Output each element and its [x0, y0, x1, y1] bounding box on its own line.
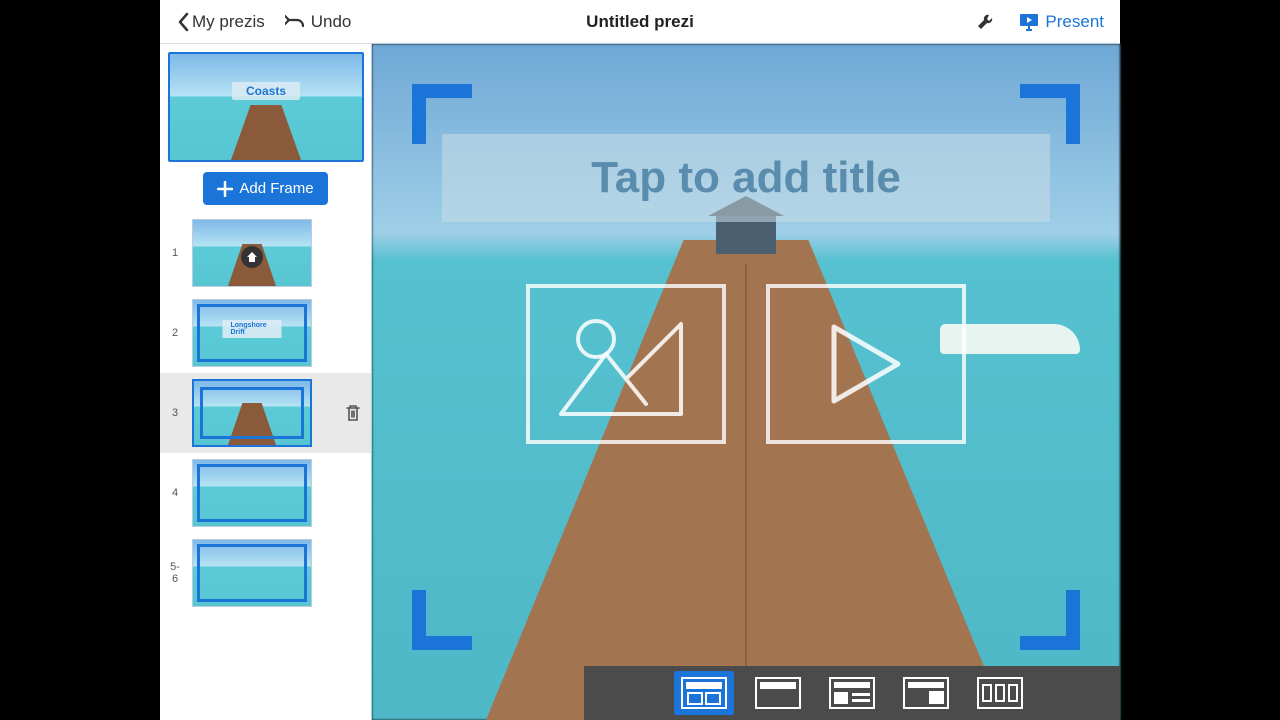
frame-corner-icon[interactable]	[412, 590, 472, 650]
frame-row[interactable]: 5-6	[160, 533, 371, 613]
chevron-left-icon	[176, 12, 190, 32]
layout-icon	[755, 677, 801, 709]
image-icon	[551, 304, 701, 424]
back-label: My prezis	[192, 12, 265, 32]
frame-thumbnail[interactable]	[192, 539, 312, 607]
app-window: My prezis Undo Untitled prezi Present	[160, 0, 1120, 720]
layout-icon	[829, 677, 875, 709]
layout-toolbar	[584, 666, 1120, 720]
trash-icon	[345, 404, 361, 422]
add-frame-button[interactable]: Add Frame	[203, 172, 327, 205]
delete-frame-button[interactable]	[345, 404, 361, 422]
toolbar-left: My prezis Undo	[176, 12, 351, 32]
plus-icon	[217, 181, 233, 197]
frame-number: 3	[168, 407, 182, 419]
content-placeholders	[526, 284, 966, 444]
image-placeholder[interactable]	[526, 284, 726, 444]
undo-button[interactable]: Undo	[285, 12, 352, 32]
frame-row[interactable]: 4	[160, 453, 371, 533]
frame-thumbnail[interactable]	[192, 379, 312, 447]
title-placeholder-text: Tap to add title	[591, 153, 901, 203]
frame-thumbnail[interactable]	[192, 459, 312, 527]
frame-number: 2	[168, 327, 182, 339]
add-frame-label: Add Frame	[239, 180, 313, 197]
back-button[interactable]: My prezis	[176, 12, 265, 32]
settings-wrench-icon[interactable]	[975, 12, 995, 32]
frame-number: 1	[168, 247, 182, 259]
overview-title: Coasts	[232, 82, 300, 100]
frames-sidebar: Coasts Add Frame 1 2	[160, 44, 372, 720]
overview-section: Coasts	[160, 44, 371, 168]
frames-list: 1 2 Longshore Drift	[160, 213, 371, 720]
title-placeholder[interactable]: Tap to add title	[442, 134, 1050, 222]
frame-thumbnail[interactable]: Longshore Drift	[192, 299, 312, 367]
present-label: Present	[1045, 12, 1104, 32]
present-icon	[1019, 13, 1039, 31]
frame-corner-icon[interactable]	[1020, 590, 1080, 650]
layout-icon	[903, 677, 949, 709]
frame-thumbnail[interactable]	[192, 219, 312, 287]
layout-option-3[interactable]	[822, 671, 882, 715]
overview-thumbnail[interactable]: Coasts	[168, 52, 364, 162]
pier-graphic	[231, 105, 301, 160]
frame-number: 5-6	[168, 561, 182, 585]
frame-row[interactable]: 1	[160, 213, 371, 293]
present-button[interactable]: Present	[1019, 12, 1104, 32]
layout-option-4[interactable]	[896, 671, 956, 715]
layout-option-1[interactable]	[674, 671, 734, 715]
undo-arrow-icon	[285, 14, 305, 30]
frame-label: Longshore Drift	[223, 320, 282, 338]
undo-label: Undo	[311, 12, 352, 32]
frame-row[interactable]: 3	[160, 373, 371, 453]
play-icon	[826, 319, 906, 409]
layout-icon	[977, 677, 1023, 709]
home-icon	[241, 246, 263, 268]
frame-number: 4	[168, 487, 182, 499]
layout-option-5[interactable]	[970, 671, 1030, 715]
frame-row[interactable]: 2 Longshore Drift	[160, 293, 371, 373]
editor-body: Coasts Add Frame 1 2	[160, 44, 1120, 720]
toolbar-right: Present	[975, 12, 1104, 32]
layout-option-2[interactable]	[748, 671, 808, 715]
document-title[interactable]: Untitled prezi	[586, 12, 694, 32]
top-toolbar: My prezis Undo Untitled prezi Present	[160, 0, 1120, 44]
video-placeholder[interactable]	[766, 284, 966, 444]
layout-icon	[681, 677, 727, 709]
canvas[interactable]: Tap to add title	[372, 44, 1120, 720]
